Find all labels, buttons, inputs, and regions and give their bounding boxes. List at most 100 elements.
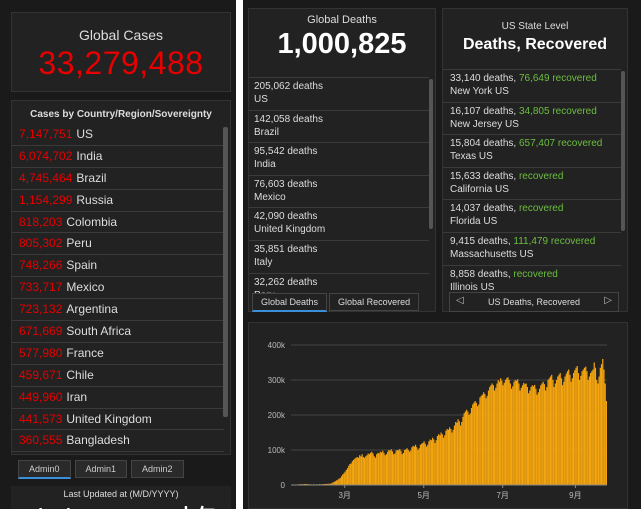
- cases-bar: [449, 427, 451, 485]
- last-updated-panel: Last Updated at (M/D/YYYY) 9/28/2020 10:…: [11, 486, 231, 509]
- cases-bar: [537, 392, 539, 485]
- country-case-count: 1,154,299: [19, 192, 73, 207]
- cases-bar: [438, 434, 440, 485]
- cases-bar: [382, 450, 384, 485]
- country-row[interactable]: 360,555 Bangladesh: [12, 430, 224, 453]
- cases-bar: [391, 451, 394, 485]
- cases-bar: [349, 464, 351, 485]
- us-state-deaths: 16,107 deaths,: [450, 105, 519, 117]
- cases-bar: [532, 386, 535, 485]
- cases-bar: [589, 373, 592, 485]
- us-state-recovered: 657,407 recovered: [518, 138, 603, 150]
- cases-bar: [483, 392, 485, 485]
- country-row[interactable]: 818,203 Colombia: [12, 212, 224, 234]
- cases-bar: [357, 457, 360, 485]
- us-state-row[interactable]: 14,037 deaths, recovered Florida US: [443, 199, 621, 232]
- death-place: India: [254, 159, 276, 171]
- us-state-scrollbar[interactable]: [621, 71, 625, 231]
- cases-bar: [480, 395, 482, 485]
- us-state-subtitle: Deaths, Recovered: [462, 36, 608, 53]
- country-list[interactable]: 7,147,751 US 6,074,702 India 4,745,464 Brazil…: [12, 124, 224, 453]
- tab-global-recovered[interactable]: Global Recovered: [329, 293, 420, 311]
- tab-admin2[interactable]: Admin2: [131, 460, 184, 478]
- next-arrow-icon[interactable]: ▷: [604, 295, 612, 306]
- cases-bar: [604, 383, 606, 485]
- country-row[interactable]: 4,745,464 Brazil: [12, 168, 224, 190]
- global-deaths-title: Global Deaths: [307, 14, 377, 26]
- cases-bar: [421, 443, 423, 485]
- global-deaths-row[interactable]: 205,062 deaths US: [249, 77, 429, 110]
- tab-global-deaths[interactable]: Global Deaths: [252, 293, 328, 312]
- cases-bar: [466, 409, 468, 485]
- cases-bar: [543, 384, 546, 485]
- global-deaths-row[interactable]: 76,603 deaths Mexico: [249, 174, 429, 208]
- country-row[interactable]: 7,147,751 US: [12, 124, 224, 146]
- cases-bar: [368, 454, 370, 485]
- cases-bar: [372, 453, 374, 485]
- us-state-stats: 16,107 deaths, 34,805 recovered: [450, 106, 621, 117]
- cases-bar: [338, 478, 340, 485]
- us-state-row[interactable]: 33,140 deaths, 76,649 recovered New York …: [443, 69, 621, 102]
- cases-bar: [553, 387, 555, 485]
- us-state-row[interactable]: 16,107 deaths, 34,805 recovered New Jerse…: [443, 101, 621, 135]
- cases-bar: [486, 395, 488, 485]
- country-cases-title: Cases by Country/Region/Sovereignty: [30, 109, 212, 120]
- country-name: Russia: [76, 192, 114, 207]
- cases-bar: [574, 370, 576, 485]
- global-deaths-row[interactable]: 95,542 deaths India: [249, 142, 429, 175]
- global-deaths-scrollbar[interactable]: [429, 79, 433, 229]
- global-deaths-row[interactable]: 142,058 deaths Brazil: [249, 109, 429, 143]
- country-row[interactable]: 671,669 South Africa: [12, 321, 224, 343]
- cases-bar: [378, 453, 380, 485]
- country-case-count: 748,266: [19, 258, 63, 273]
- country-row[interactable]: 723,132 Argentina: [12, 299, 224, 322]
- us-state-row[interactable]: 9,415 deaths, 111,479 recovered Massachus…: [443, 231, 621, 265]
- country-row[interactable]: 449,960 Iran: [12, 387, 224, 409]
- country-row[interactable]: 441,573 United Kingdom: [12, 409, 224, 431]
- global-deaths-row[interactable]: 35,851 deaths Italy: [249, 239, 429, 273]
- global-deaths-value: 1,000,825: [277, 28, 407, 60]
- us-state-panel: US State Level Deaths, Recovered 33,140 …: [442, 8, 628, 312]
- cases-bar: [481, 394, 484, 485]
- daily-cases-chart[interactable]: 0 100k 200k 300k 400k 3月 5月 7月 9月: [249, 323, 629, 509]
- country-row[interactable]: 1,154,299 Russia: [12, 190, 224, 212]
- country-list-scrollbar[interactable]: [223, 127, 228, 417]
- cases-bar: [418, 448, 420, 485]
- cases-bar: [572, 373, 575, 485]
- us-state-list[interactable]: 33,140 deaths, 76,649 recovered New York …: [443, 69, 621, 297]
- tab-admin0[interactable]: Admin0: [18, 460, 71, 479]
- cases-bar: [335, 480, 338, 485]
- cases-bar: [493, 390, 496, 485]
- country-row[interactable]: 805,302 Peru: [12, 233, 224, 256]
- country-row[interactable]: 459,671 Chile: [12, 365, 224, 387]
- us-state-row[interactable]: 15,633 deaths, recovered California US: [443, 166, 621, 200]
- cases-bar: [456, 422, 458, 485]
- country-name: Colombia: [66, 214, 118, 229]
- cases-bar: [568, 369, 570, 485]
- cases-bar: [498, 381, 501, 485]
- cases-bar: [503, 382, 505, 485]
- cases-bar: [476, 406, 479, 485]
- y-tick-label: 300k: [268, 376, 286, 385]
- country-row[interactable]: 6,074,702 India: [12, 146, 224, 168]
- country-row[interactable]: 748,266 Spain: [12, 255, 224, 278]
- cases-bar: [565, 373, 567, 485]
- country-row[interactable]: 733,717 Mexico: [12, 277, 224, 300]
- cases-bar: [521, 385, 524, 485]
- cases-bar: [571, 378, 573, 485]
- cases-bar: [549, 376, 552, 485]
- death-count: 142,058 deaths: [254, 113, 323, 125]
- country-row[interactable]: 577,980 France: [12, 343, 224, 365]
- cases-bar: [424, 443, 426, 485]
- global-deaths-row[interactable]: 42,090 deaths United Kingdom: [249, 207, 429, 240]
- cases-bar: [524, 384, 526, 485]
- tab-admin1[interactable]: Admin1: [74, 460, 128, 478]
- cases-bar: [582, 369, 584, 485]
- cases-bar: [385, 454, 388, 485]
- global-deaths-list[interactable]: 205,062 deaths US 142,058 deaths Brazil 95,5…: [249, 77, 429, 305]
- cases-bar: [587, 380, 589, 485]
- cases-bar: [436, 436, 439, 485]
- us-state-row[interactable]: 15,804 deaths, 657,407 recovered Texas US: [443, 134, 621, 167]
- country-name: US: [76, 127, 94, 141]
- us-state-recovered: recovered: [518, 170, 564, 182]
